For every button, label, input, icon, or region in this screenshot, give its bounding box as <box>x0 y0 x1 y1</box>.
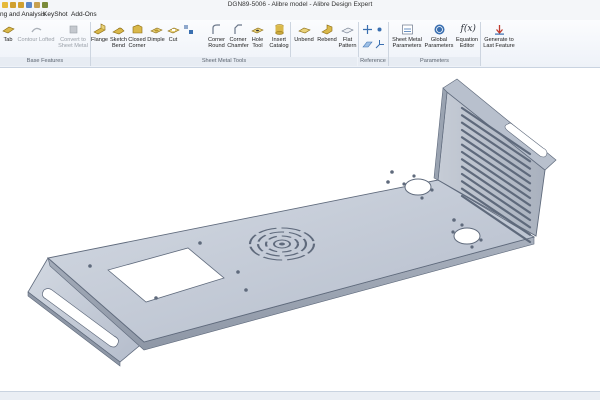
small-tools-button[interactable] <box>181 23 195 37</box>
global-parameters-icon <box>434 24 444 35</box>
rebend-button[interactable]: Rebend <box>316 23 338 43</box>
sheet-metal-parameters-icon <box>401 24 413 35</box>
sheet-metal-parameters-button[interactable]: Sheet Metal Parameters <box>390 23 424 50</box>
csys-icon <box>375 40 384 49</box>
ribbon: Tab Contour Lofted Convert to Sheet Meta… <box>0 20 600 68</box>
flange-button[interactable]: Flange <box>90 23 109 43</box>
hole-tool-button[interactable]: Hole Tool <box>249 23 266 50</box>
function-icon: f(x) <box>460 24 476 34</box>
sheet-metal-part[interactable] <box>0 69 600 391</box>
unbend-icon <box>297 27 311 34</box>
grid-icon <box>183 25 193 34</box>
dimple-icon <box>149 27 163 34</box>
catalog-icon <box>274 24 284 35</box>
menu-item-add-ons[interactable]: Add-Ons <box>71 9 97 20</box>
closed-corner-button[interactable]: Closed Corner <box>128 23 146 50</box>
insert-catalog-button[interactable]: Insert Catalog <box>266 23 292 50</box>
title-bar: DGN89-5006 - Alibre model - Alibre Desig… <box>0 0 600 9</box>
tab-icon <box>1 26 15 34</box>
window-title: DGN89-5006 - Alibre model - Alibre Desig… <box>227 1 373 8</box>
menu-item-keyshot[interactable]: KeyShot <box>43 9 68 20</box>
convert-icon <box>69 25 77 34</box>
reference-plane-button[interactable] <box>361 38 373 52</box>
corner-round-button[interactable]: Corner Round <box>206 23 227 50</box>
hole-icon <box>251 27 264 34</box>
menu-bar: ng and Analysis KeyShot Add-Ons <box>0 9 600 20</box>
flat-pattern-icon <box>341 27 354 34</box>
group-label-reference: Reference <box>358 57 388 66</box>
convert-to-sheet-metal-button[interactable]: Convert to Sheet Metal <box>56 23 90 50</box>
equation-editor-button[interactable]: f(x) Equation Editor <box>454 23 480 50</box>
group-label-sheet-metal-tools: Sheet Metal Tools <box>91 57 357 66</box>
generate-arrow-icon <box>494 25 504 35</box>
reference-csys-button[interactable] <box>373 38 385 52</box>
contour-icon <box>30 27 41 33</box>
flange-icon <box>93 23 106 35</box>
corner-round-icon <box>212 24 220 34</box>
closed-corner-icon <box>132 24 142 34</box>
group-label-base-features: Base Features <box>0 57 90 66</box>
reference-point-button[interactable] <box>373 23 385 37</box>
sketch-bend-button[interactable]: Sketch Bend <box>109 23 128 50</box>
global-parameters-button[interactable]: Global Parameters <box>424 23 454 50</box>
generate-to-last-feature-button[interactable]: Generate to Last Feature <box>481 23 517 50</box>
contour-lofted-button[interactable]: Contour Lofted <box>16 23 56 43</box>
model-viewport[interactable] <box>0 69 600 391</box>
unbend-button[interactable]: Unbend <box>292 23 316 43</box>
group-label-parameters: Parameters <box>389 57 480 66</box>
tab-button[interactable]: Tab <box>0 23 16 43</box>
status-bar <box>0 391 600 400</box>
menu-item-analysis[interactable]: ng and Analysis <box>0 9 46 20</box>
rebend-icon <box>320 24 332 35</box>
corner-chamfer-icon <box>233 24 242 34</box>
point-icon <box>377 27 382 32</box>
dimple-button[interactable]: Dimple <box>146 23 166 43</box>
cut-icon <box>166 27 180 34</box>
sketch-bend-icon <box>112 27 125 35</box>
corner-chamfer-button[interactable]: Corner Chamfer <box>227 23 249 50</box>
cut-button[interactable]: Cut <box>166 23 180 43</box>
flat-pattern-button[interactable]: Flat Pattern <box>338 23 357 50</box>
reference-axis-button[interactable] <box>361 23 373 37</box>
